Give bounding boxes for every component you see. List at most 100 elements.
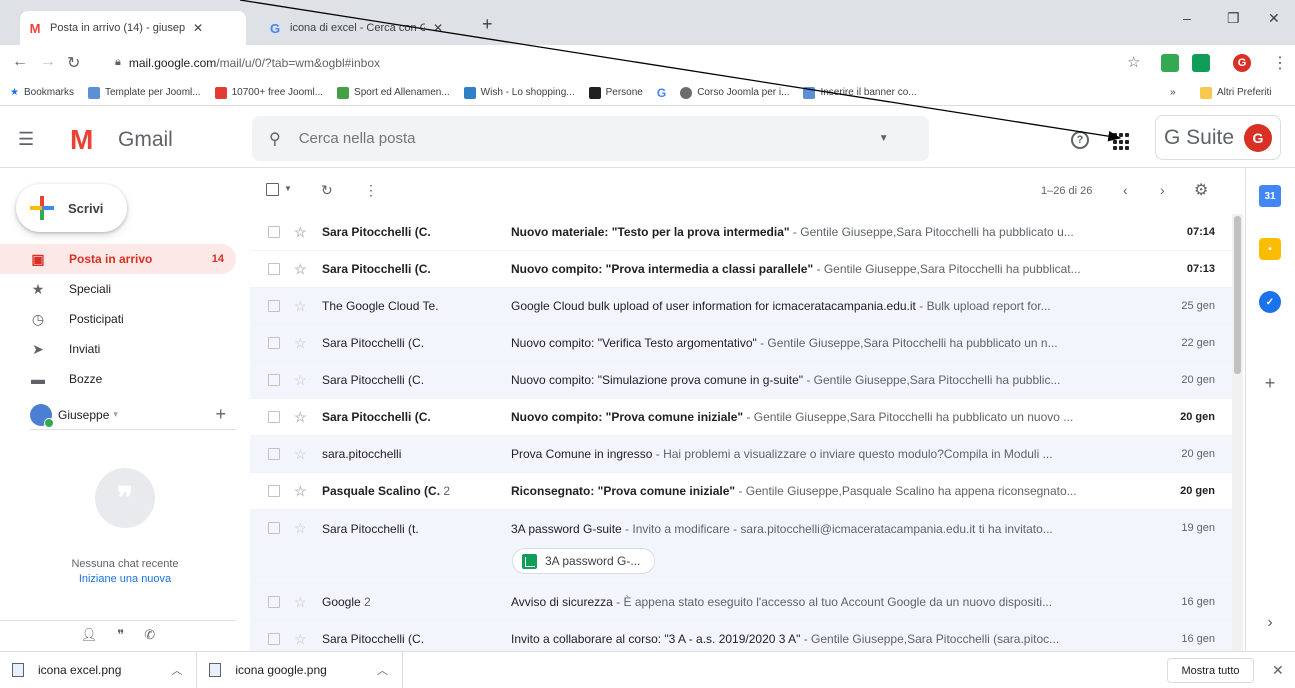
close-tab-icon[interactable]: ✕ xyxy=(193,21,203,35)
settings-gear-icon[interactable]: ⚙ xyxy=(1194,180,1208,200)
select-all-checkbox[interactable] xyxy=(266,183,279,199)
star-icon[interactable]: ☆ xyxy=(294,520,307,537)
contacts-icon[interactable]: 👤︎ xyxy=(81,627,98,643)
back-arrow-icon[interactable]: ← xyxy=(12,53,28,71)
email-row[interactable]: ☆ Google 2 Avviso di sicurezza - È appen… xyxy=(250,584,1235,621)
sidebar-item-sent[interactable]: ➤ Inviati xyxy=(0,334,236,364)
email-row[interactable]: ☆ Sara Pitocchelli (C. Nuovo compito: "P… xyxy=(250,399,1235,436)
url-field[interactable]: 🔒︎ mail.google.com/mail/u/0/?tab=wm&ogbl… xyxy=(115,50,1150,75)
bookmark-item[interactable]: 10700+ free Jooml... xyxy=(214,86,323,99)
star-icon[interactable]: ☆ xyxy=(294,261,307,278)
bookmark-item[interactable]: Persone xyxy=(588,86,643,99)
chevron-up-icon[interactable]: ︿ xyxy=(171,662,182,678)
phone-icon[interactable]: ✆ xyxy=(144,627,155,643)
tasks-icon[interactable]: ✓ xyxy=(1259,291,1281,313)
row-checkbox[interactable] xyxy=(268,596,280,608)
row-checkbox[interactable] xyxy=(268,633,280,645)
bookmark-item[interactable]: Wish - Lo shopping... xyxy=(463,86,575,99)
more-options-icon[interactable]: ⋮ xyxy=(364,182,378,199)
row-checkbox[interactable] xyxy=(268,448,280,460)
email-row[interactable]: ☆ Sara Pitocchelli (C. Nuovo materiale: … xyxy=(250,214,1235,251)
star-icon[interactable]: ☆ xyxy=(294,594,307,611)
download-item[interactable]: icona google.png ︿ xyxy=(197,651,403,688)
email-row[interactable]: ☆ Sara Pitocchelli (C. Nuovo compito: "S… xyxy=(250,362,1235,399)
sidebar-item-inbox[interactable]: ▣ Posta in arrivo 14 xyxy=(0,244,236,274)
browser-menu-icon[interactable]: ⋮ xyxy=(1272,53,1288,73)
star-icon[interactable]: ☆ xyxy=(294,483,307,500)
row-checkbox[interactable] xyxy=(268,374,280,386)
compose-button[interactable]: Scrivi xyxy=(16,184,127,232)
row-checkbox[interactable] xyxy=(268,522,280,534)
bookmark-item[interactable]: G xyxy=(657,86,666,100)
close-window-button[interactable]: ✕ xyxy=(1268,10,1280,27)
new-tab-button[interactable]: + xyxy=(482,14,493,35)
search-input[interactable] xyxy=(298,130,859,147)
star-icon[interactable]: ☆ xyxy=(294,224,307,241)
previous-page-icon[interactable]: ‹ xyxy=(1123,182,1128,198)
account-avatar[interactable]: G xyxy=(1244,124,1272,152)
attachment-chip[interactable]: 3A password G-... xyxy=(512,548,656,574)
extension-shield-icon[interactable] xyxy=(1161,54,1179,72)
search-options-icon[interactable]: ▼ xyxy=(879,133,889,144)
email-row[interactable]: ☆ Sara Pitocchelli (t. 3A password G-sui… xyxy=(250,510,1235,584)
bookmark-item[interactable]: Template per Jooml... xyxy=(87,86,201,99)
bookmark-item[interactable]: Corso Joomla per i... xyxy=(680,86,789,99)
other-bookmarks-folder[interactable]: Altri Preferiti xyxy=(1200,86,1271,99)
close-downloads-bar-icon[interactable]: ✕ xyxy=(1272,662,1284,679)
search-bar[interactable]: ⚲ ▼ xyxy=(252,116,929,161)
star-icon[interactable]: ☆ xyxy=(294,335,307,352)
gmail-logo-icon[interactable]: M xyxy=(70,124,93,156)
row-checkbox[interactable] xyxy=(268,300,280,312)
sidebar-item-drafts[interactable]: ▬ Bozze xyxy=(0,364,236,394)
email-list-scrollbar[interactable] xyxy=(1232,214,1243,651)
star-icon[interactable]: ☆ xyxy=(294,372,307,389)
email-row[interactable]: ☆ Sara Pitocchelli (C. Nuovo compito: "P… xyxy=(250,251,1235,288)
add-addon-plus-icon[interactable]: + xyxy=(1259,372,1281,394)
show-all-downloads-button[interactable]: Mostra tutto xyxy=(1167,658,1254,683)
star-icon[interactable]: ☆ xyxy=(294,631,307,648)
email-row[interactable]: ☆ The Google Cloud Te. Google Cloud bulk… xyxy=(250,288,1235,325)
main-menu-icon[interactable]: ☰ xyxy=(18,129,34,150)
star-icon[interactable]: ☆ xyxy=(294,446,307,463)
hangouts-icon[interactable]: ❞ xyxy=(117,627,124,643)
profile-avatar[interactable]: G xyxy=(1233,54,1251,72)
row-checkbox[interactable] xyxy=(268,226,280,238)
bookmark-item[interactable]: Inserire il banner co... xyxy=(803,86,917,99)
email-row[interactable]: ☆ sara.pitocchelli Prova Comune in ingre… xyxy=(250,436,1235,473)
row-checkbox[interactable] xyxy=(268,411,280,423)
keep-icon[interactable]: • xyxy=(1259,238,1281,260)
email-row[interactable]: ☆ Sara Pitocchelli (C. Nuovo compito: "V… xyxy=(250,325,1235,362)
bookmark-item[interactable]: Sport ed Allenamen... xyxy=(337,86,450,99)
chevron-down-icon[interactable]: ▾ xyxy=(113,409,118,420)
download-item[interactable]: icona excel.png ︿ xyxy=(0,651,198,688)
scrollbar-thumb[interactable] xyxy=(1234,216,1241,374)
search-icon[interactable]: ⚲ xyxy=(269,129,281,149)
cast-icon[interactable] xyxy=(1192,54,1210,72)
sidebar-item-starred[interactable]: ★ Speciali xyxy=(0,274,236,304)
sidebar-item-snoozed[interactable]: ◷ Posticipati xyxy=(0,304,236,334)
refresh-icon[interactable]: ↻ xyxy=(321,182,333,199)
select-dropdown-chevron-down-icon[interactable]: ▼ xyxy=(284,184,292,193)
expand-panel-chevron-icon[interactable]: › xyxy=(1259,612,1281,634)
close-tab-icon[interactable]: ✕ xyxy=(433,21,443,35)
minimize-button[interactable]: – xyxy=(1183,10,1191,26)
bookmark-star-icon[interactable]: ☆ xyxy=(1127,53,1140,71)
star-icon[interactable]: ☆ xyxy=(294,298,307,315)
bookmarks-button[interactable]: ★ Bookmarks xyxy=(10,87,74,98)
forward-arrow-icon[interactable]: → xyxy=(40,53,56,71)
gsuite-account-button[interactable]: G Suite G xyxy=(1155,115,1281,160)
start-new-chat-link[interactable]: Iniziane una nuova xyxy=(0,573,250,585)
next-page-icon[interactable]: › xyxy=(1160,182,1165,198)
hangouts-user[interactable]: Giuseppe ▾ + xyxy=(30,400,236,430)
more-bookmarks-button[interactable]: » xyxy=(1170,87,1176,98)
tab-gmail[interactable]: M Posta in arrivo (14) - giuseppe.de ✕ xyxy=(20,11,246,45)
email-row[interactable]: ☆ Pasquale Scalino (C. 2 Riconsegnato: "… xyxy=(250,473,1235,510)
apps-grid-icon[interactable] xyxy=(1113,133,1131,151)
maximize-button[interactable]: ❐ xyxy=(1227,10,1240,27)
help-icon[interactable]: ? xyxy=(1071,131,1089,149)
star-icon[interactable]: ☆ xyxy=(294,409,307,426)
chevron-up-icon[interactable]: ︿ xyxy=(377,662,388,678)
row-checkbox[interactable] xyxy=(268,485,280,497)
reload-icon[interactable]: ↻ xyxy=(67,53,80,73)
new-chat-plus-icon[interactable]: + xyxy=(215,404,226,425)
